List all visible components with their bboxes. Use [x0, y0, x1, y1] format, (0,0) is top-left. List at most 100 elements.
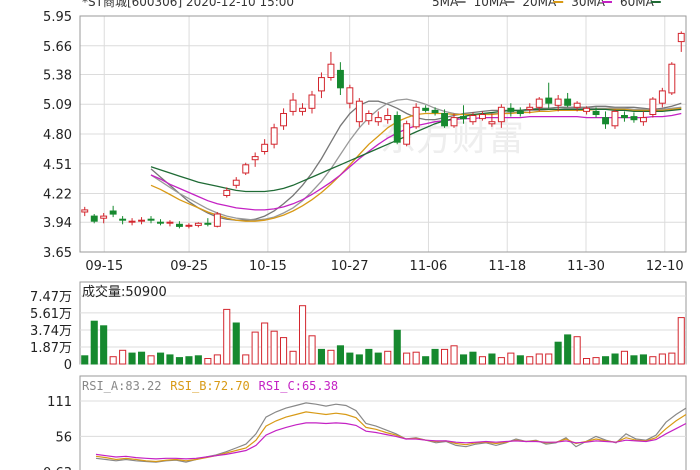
candle-body	[90, 215, 98, 222]
candle	[412, 103, 420, 129]
candle-body	[81, 209, 89, 213]
candle-body	[450, 117, 458, 127]
candle-body	[147, 218, 155, 221]
volume-bar	[658, 353, 666, 365]
rsi-legend: RSI_A:83.22 RSI_B:72.70 RSI_C:65.38	[82, 379, 338, 393]
volume-grid	[79, 281, 687, 365]
volume-bar	[488, 353, 496, 365]
volume-bar	[157, 352, 165, 365]
candle-body	[223, 189, 231, 196]
price-tick-label: 5.38	[43, 68, 72, 83]
volume-bar	[147, 355, 155, 365]
ma-legend-label: 20MA	[522, 0, 557, 9]
candle-body	[573, 102, 581, 108]
volume-bar	[213, 354, 221, 365]
rsi-legend-label: RSI_A:83.22	[82, 379, 161, 393]
candle-body	[535, 98, 543, 108]
date-axis-labels: 09-15 09-25 10-15 10-27 11-06 11-18 11-30 12-10	[85, 259, 683, 274]
volume-panel-border	[79, 281, 687, 365]
candle	[166, 220, 174, 227]
candle-body	[213, 213, 221, 227]
price-axis-labels: 3.65 3.94 4.22 4.51 4.80 5.09 5.38 5.66 5.95	[43, 10, 72, 261]
volume-bar	[251, 331, 259, 365]
candle-body	[658, 90, 666, 104]
candle-body	[365, 113, 373, 122]
volume-bar	[119, 349, 127, 365]
volume-bar	[185, 356, 193, 365]
candle-body	[668, 63, 676, 94]
volume-bar	[564, 334, 572, 365]
candle-body	[337, 69, 344, 89]
volume-label: 成交量:50900	[82, 284, 167, 300]
volume-bar	[223, 308, 231, 365]
volume-bar	[554, 341, 562, 365]
volume-bar	[469, 351, 477, 365]
candle	[308, 90, 316, 114]
volume-bar	[526, 356, 534, 365]
candle-body	[299, 107, 307, 112]
candle-body	[488, 121, 496, 125]
candle	[128, 218, 136, 226]
candle-body	[280, 113, 288, 127]
volume-bar	[431, 348, 439, 365]
volume-bar	[639, 354, 648, 365]
candle	[507, 103, 515, 117]
volume-bar	[602, 356, 610, 365]
price-tick-label: 3.65	[43, 246, 72, 261]
volume-bar	[393, 329, 401, 365]
volume-bar	[677, 317, 685, 365]
date-tick-label: 12-10	[646, 259, 684, 274]
price-tick-label: 5.95	[43, 10, 72, 25]
rsi-line-rsi_a	[95, 402, 687, 463]
volume-bar	[403, 352, 411, 365]
candle	[640, 111, 647, 126]
volume-bar	[507, 352, 515, 365]
price-tick-label: 4.22	[43, 188, 72, 203]
price-tick-label: 4.80	[43, 128, 72, 143]
candle-body	[649, 98, 657, 115]
volume-tick-label: 1.87万	[30, 341, 72, 356]
volume-bar	[620, 350, 629, 365]
candle-body	[166, 221, 174, 224]
candle	[185, 223, 193, 229]
candle	[194, 222, 202, 228]
volume-bar	[109, 356, 117, 365]
candle-body	[289, 99, 297, 112]
candle-body	[621, 115, 628, 119]
candle-body	[327, 63, 335, 78]
candle-body	[516, 110, 524, 115]
candle-body	[431, 109, 439, 114]
candle-body	[479, 114, 486, 120]
candle-body	[308, 94, 316, 109]
stock-chart: 东方财富 3.653.944.224.514.805.095.385.665.9…	[30, 0, 687, 470]
candle	[403, 120, 411, 147]
candle	[611, 109, 619, 129]
candle-body	[194, 222, 202, 226]
candle	[261, 139, 269, 155]
volume-bar	[573, 336, 581, 365]
candle	[365, 110, 373, 125]
volume-bar	[412, 351, 420, 365]
candle	[280, 108, 288, 130]
candle	[251, 152, 259, 167]
candle-body	[185, 224, 193, 227]
volume-bar	[308, 335, 316, 365]
volume-bar	[81, 355, 89, 365]
candle	[621, 111, 628, 122]
price-tick-label: 5.09	[43, 98, 72, 113]
ma-legend-label: 10MA	[474, 0, 509, 9]
ma-legend: 5MA 10MA 20MA 30MA 60MA	[432, 0, 661, 9]
volume-bar	[128, 352, 136, 365]
volume-bar	[478, 356, 486, 365]
candle-body	[422, 107, 430, 111]
candle-body	[545, 97, 553, 104]
candle-body	[176, 223, 183, 227]
date-tick-label: 09-25	[170, 259, 208, 274]
volume-bar	[299, 305, 307, 365]
candle	[109, 205, 117, 218]
volume-bar	[374, 352, 382, 365]
candle	[422, 105, 430, 113]
ma-legend-label: 5MA	[432, 0, 459, 9]
volume-bar	[460, 354, 468, 365]
candle	[668, 62, 676, 96]
